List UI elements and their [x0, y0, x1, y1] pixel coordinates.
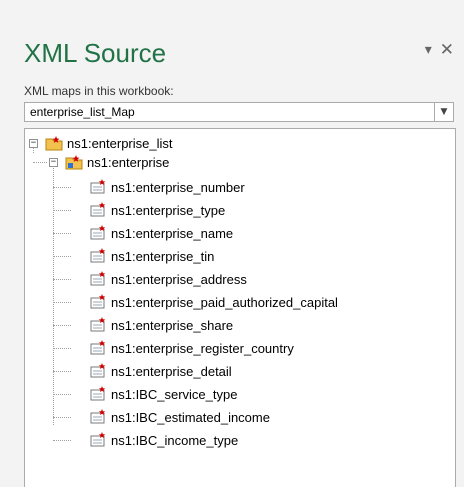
- tree-node-label: ns1:enterprise_paid_authorized_capital: [111, 294, 338, 310]
- field-icon: [89, 225, 107, 241]
- selected-map-value: enterprise_list_Map: [30, 105, 135, 119]
- tree-node-label: ns1:enterprise_tin: [111, 248, 215, 264]
- field-icon: [89, 179, 107, 195]
- close-icon[interactable]: ✕: [440, 40, 454, 60]
- tree-connector: [53, 233, 71, 234]
- repeating-folder-icon: [65, 154, 83, 170]
- tree-node-label: ns1:enterprise_detail: [111, 363, 232, 379]
- tree-connector: [53, 163, 54, 425]
- tree-node-root[interactable]: ns1:enterprise_list: [45, 134, 173, 152]
- tree-connector: [33, 162, 47, 163]
- tree-node-label: ns1:enterprise_type: [111, 202, 226, 218]
- field-icon: [89, 294, 107, 310]
- tree-connector: [53, 256, 71, 257]
- folder-icon: [45, 135, 63, 151]
- field-icon: [89, 363, 107, 379]
- tree-node-label: ns1:enterprise_name: [111, 225, 234, 241]
- tree-connector: [53, 325, 71, 326]
- tree-connector: [53, 417, 71, 418]
- tree-node-field[interactable]: ns1:enterprise_register_country: [89, 339, 294, 357]
- tree-node-field[interactable]: ns1:enterprise_share: [89, 316, 233, 334]
- tree-node-field[interactable]: ns1:enterprise_detail: [89, 362, 232, 380]
- tree-node-field[interactable]: ns1:IBC_estimated_income: [89, 408, 270, 426]
- tree-connector: [53, 187, 71, 188]
- chevron-down-icon[interactable]: ▼: [434, 103, 453, 121]
- tree-connector: [53, 279, 71, 280]
- xml-source-pane: XML Source ▾ ✕ XML maps in this workbook…: [0, 0, 464, 487]
- tree-node-label: ns1:enterprise_list: [67, 135, 173, 151]
- tree-node-label: ns1:IBC_service_type: [111, 386, 238, 402]
- tree-node-label: ns1:IBC_income_type: [111, 432, 239, 448]
- tree-node-field[interactable]: ns1:IBC_service_type: [89, 385, 237, 403]
- field-icon: [89, 409, 107, 425]
- field-icon: [89, 271, 107, 287]
- pane-title: XML Source: [24, 38, 167, 68]
- tree-node-field[interactable]: ns1:enterprise_number: [89, 178, 245, 196]
- tree-node-field[interactable]: ns1:IBC_income_type: [89, 431, 238, 449]
- tree-connector: [53, 440, 71, 441]
- pane-options-icon[interactable]: ▾: [425, 42, 432, 58]
- tree-node-label: ns1:enterprise_share: [111, 317, 234, 333]
- field-icon: [89, 340, 107, 356]
- collapse-toggle[interactable]: −: [49, 158, 58, 167]
- tree-connector: [53, 302, 71, 303]
- tree-node-field[interactable]: ns1:enterprise_type: [89, 201, 225, 219]
- tree-connector: [53, 394, 71, 395]
- tree-node-label: ns1:IBC_estimated_income: [111, 409, 270, 425]
- xml-tree: − ns1:enterprise_list − ns1:enterprise n…: [24, 128, 456, 487]
- tree-node-label: ns1:enterprise_register_country: [111, 340, 294, 356]
- field-icon: [89, 202, 107, 218]
- tree-node-field[interactable]: ns1:enterprise_address: [89, 270, 247, 288]
- field-icon: [89, 248, 107, 264]
- tree-connector: [53, 210, 71, 211]
- tree-node-label: ns1:enterprise: [87, 154, 170, 170]
- tree-node-field[interactable]: ns1:enterprise_name: [89, 224, 233, 242]
- tree-node-label: ns1:enterprise_number: [111, 179, 245, 195]
- tree-node-label: ns1:enterprise_address: [111, 271, 247, 287]
- tree-connector: [53, 371, 71, 372]
- field-icon: [89, 317, 107, 333]
- maps-label: XML maps in this workbook:: [24, 84, 174, 98]
- field-icon: [89, 386, 107, 402]
- collapse-toggle[interactable]: −: [29, 139, 38, 148]
- tree-node-field[interactable]: ns1:enterprise_paid_authorized_capital: [89, 293, 338, 311]
- tree-node-enterprise[interactable]: ns1:enterprise: [65, 153, 169, 171]
- pane-controls: ▾ ✕: [425, 40, 454, 60]
- tree-connector: [53, 348, 71, 349]
- field-icon: [89, 432, 107, 448]
- tree-node-field[interactable]: ns1:enterprise_tin: [89, 247, 214, 265]
- xml-map-select[interactable]: enterprise_list_Map ▼: [24, 102, 454, 122]
